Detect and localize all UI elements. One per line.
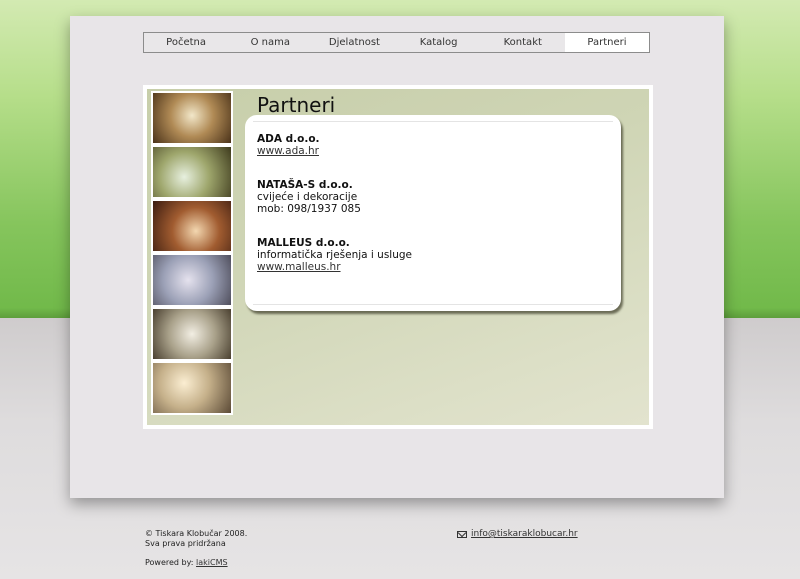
partner-description: cvijeće i dekoracije [257,191,358,203]
partner-phone: mob: 098/1937 085 [257,203,361,215]
powered-by-link[interactable]: lakiCMS [196,558,228,567]
partner-item: NATAŠA-S d.o.o. cvijeće i dekoracije mob… [257,179,609,215]
rights-text: Sva prava pridržana [145,539,226,548]
partner-item: MALLEUS d.o.o. informatička rješenja i u… [257,237,609,273]
partners-card: ADA d.o.o. www.ada.hr NATAŠA-S d.o.o. cv… [245,115,621,311]
partner-link[interactable]: www.malleus.hr [257,261,609,273]
nav-item-o-nama[interactable]: O nama [228,33,312,52]
partner-name: MALLEUS d.o.o. [257,237,350,249]
content-frame: Partneri ADA d.o.o. www.ada.hr NATAŠA-S … [143,85,653,429]
mail-icon [457,530,467,538]
page-title: Partneri [257,93,336,117]
copyright-text: © Tiskara Klobučar 2008. [145,529,248,538]
nav-item-partneri[interactable]: Partneri [564,33,650,52]
partner-item: ADA d.o.o. www.ada.hr [257,133,609,157]
email-link[interactable]: info@tiskaraklobucar.hr [471,529,578,539]
nav-item-pocetna[interactable]: Početna [144,33,228,52]
footer-powered: Powered by: lakiCMS [145,558,228,567]
thumbnail-image [151,199,233,253]
nav-item-katalog[interactable]: Katalog [397,33,481,52]
page-container: Početna O nama Djelatnost Katalog Kontak… [70,16,724,498]
thumbnail-image [151,91,233,145]
footer-copyright: © Tiskara Klobučar 2008. Sva prava pridr… [145,529,247,549]
thumbnail-image [151,145,233,199]
footer-contact: info@tiskaraklobucar.hr [457,529,578,539]
nav-item-kontakt[interactable]: Kontakt [481,33,565,52]
thumbnail-image [151,253,233,307]
partner-name: NATAŠA-S d.o.o. [257,179,353,191]
partner-name: ADA d.o.o. [257,133,320,145]
thumbnail-strip [151,91,235,421]
main-navigation: Početna O nama Djelatnost Katalog Kontak… [143,32,650,53]
thumbnail-image [151,307,233,361]
powered-by-label: Powered by: [145,558,194,567]
thumbnail-image [151,361,233,415]
content-panel: Partneri ADA d.o.o. www.ada.hr NATAŠA-S … [147,89,649,425]
nav-item-djelatnost[interactable]: Djelatnost [312,33,396,52]
partner-link[interactable]: www.ada.hr [257,145,609,157]
partner-description: informatička rješenja i usluge [257,249,413,261]
